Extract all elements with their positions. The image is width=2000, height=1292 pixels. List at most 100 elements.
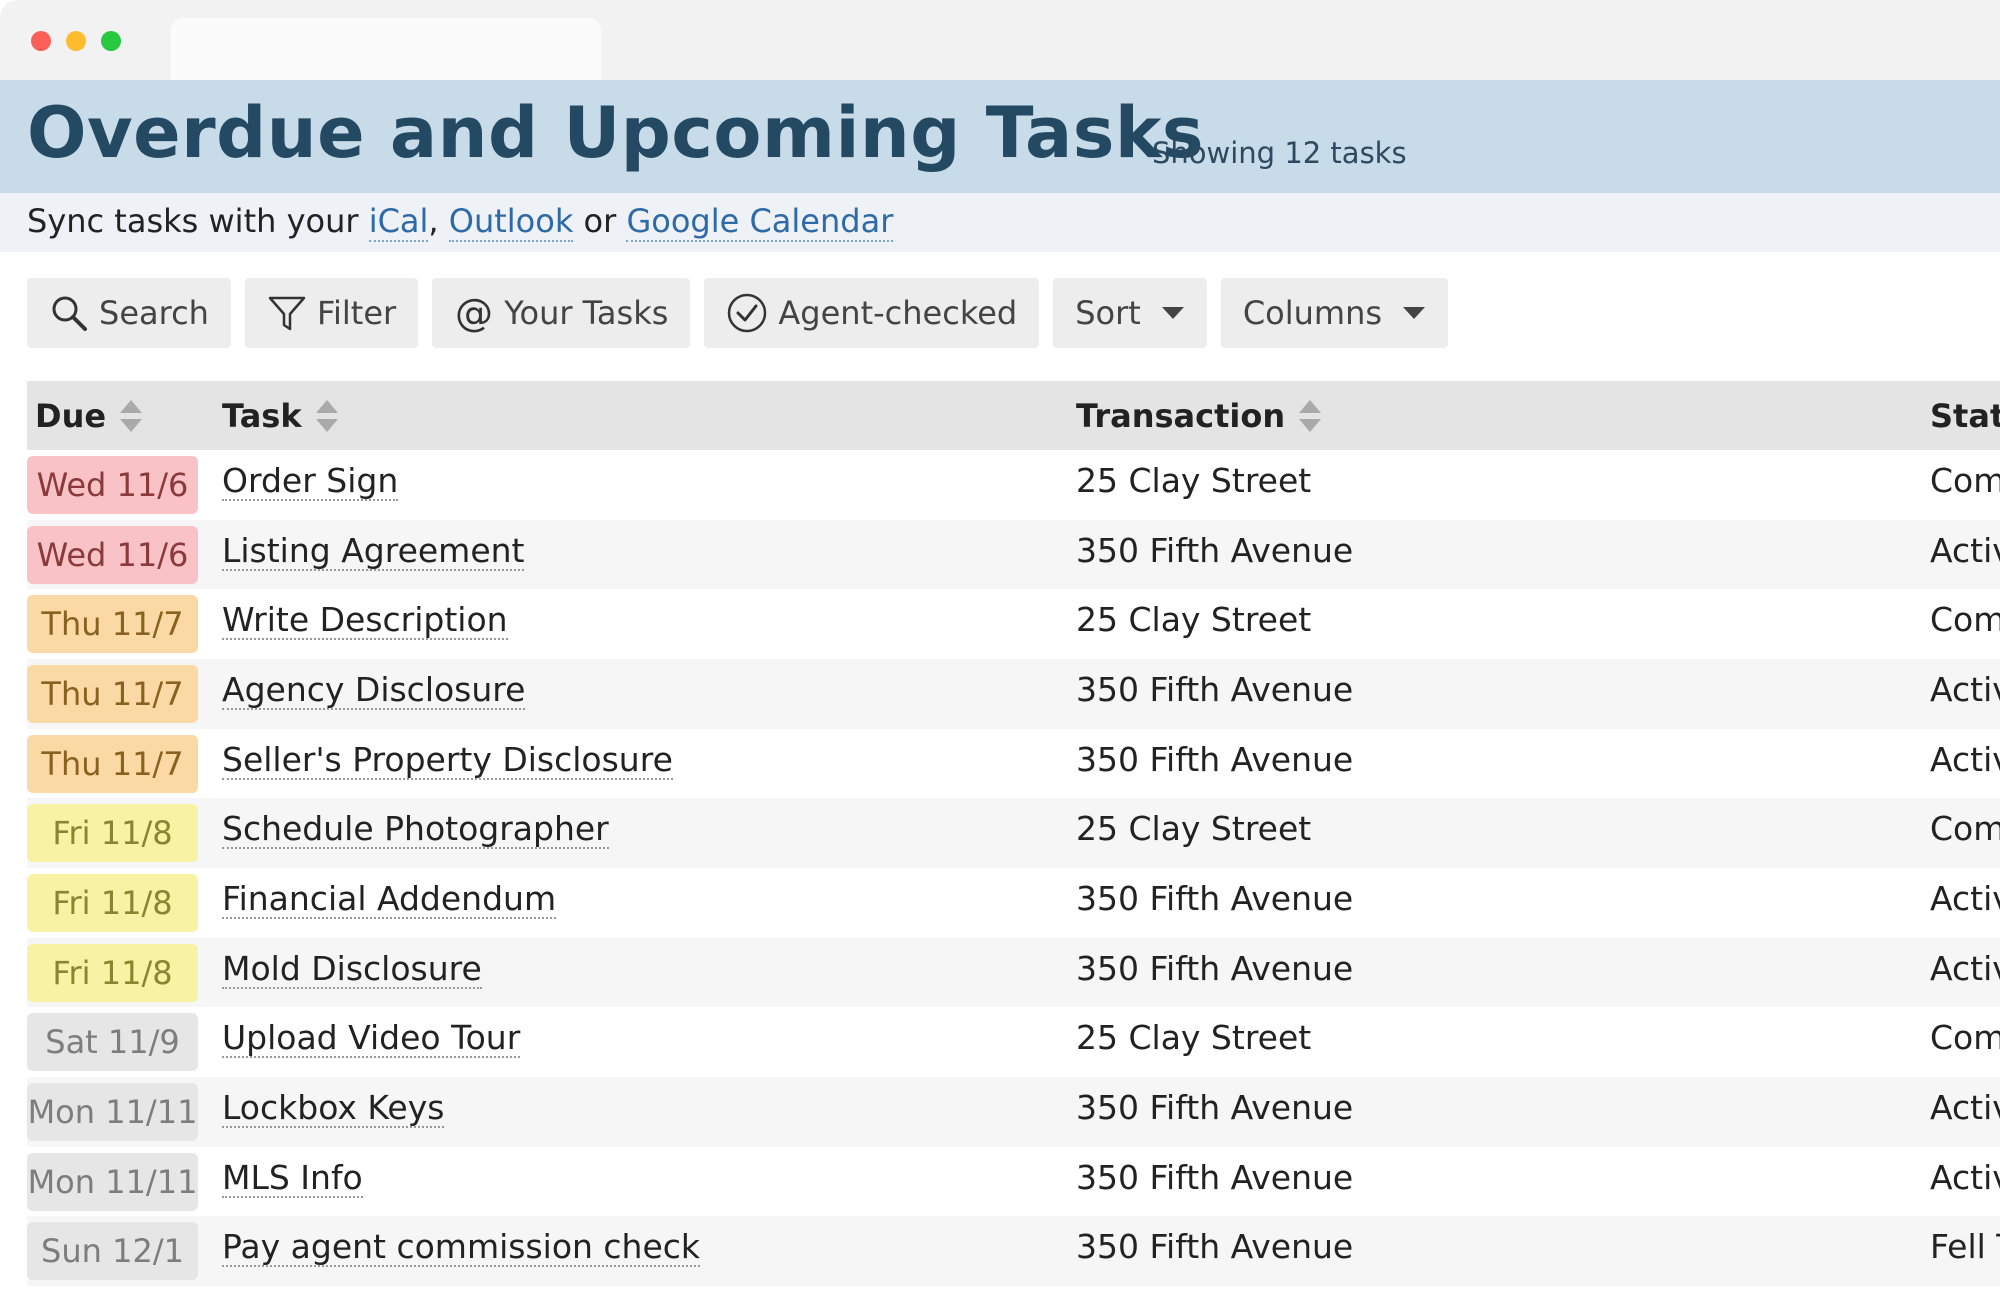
- transaction-cell: 350 Fifth Avenue: [1076, 1157, 1354, 1197]
- sync-text: Sync tasks with your iCal, Outlook or Go…: [27, 202, 894, 242]
- column-header-status[interactable]: Statu: [1930, 381, 2000, 450]
- agent-checked-label: Agent-checked: [778, 294, 1018, 332]
- status-cell: Activ: [1930, 669, 2000, 709]
- task-link[interactable]: Upload Video Tour: [222, 1020, 521, 1059]
- close-window-button[interactable]: [31, 31, 51, 51]
- google-calendar-link[interactable]: Google Calendar: [626, 202, 894, 242]
- status-cell: Com: [1930, 1018, 2000, 1058]
- due-date-badge: Mon 11/11: [27, 1082, 198, 1141]
- due-date-badge: Fri 11/8: [27, 873, 198, 932]
- column-label: Transaction: [1076, 396, 1286, 435]
- column-header-transaction[interactable]: Transaction: [1076, 381, 1323, 450]
- your-tasks-button[interactable]: @ Your Tasks: [432, 278, 691, 348]
- table-row[interactable]: Fri 11/8 Financial Addendum 350 Fifth Aven…: [27, 868, 2000, 938]
- task-link[interactable]: Mold Disclosure: [222, 950, 482, 989]
- table-row[interactable]: Thu 11/7 Agency Disclosure 350 Fifth Avenu…: [27, 658, 2000, 729]
- task-link[interactable]: Lockbox Keys: [222, 1089, 445, 1128]
- due-date-badge: Thu 11/7: [27, 734, 198, 793]
- table-row[interactable]: Mon 11/11 Lockbox Keys 350 Fifth Avenue Act…: [27, 1076, 2000, 1147]
- task-link[interactable]: Write Description: [222, 602, 508, 641]
- transaction-cell: 350 Fifth Avenue: [1076, 1087, 1354, 1127]
- table-row[interactable]: Thu 11/7 Seller's Property Disclosure 350 …: [27, 729, 2000, 799]
- your-tasks-label: Your Tasks: [504, 294, 669, 332]
- column-header-task[interactable]: Task: [222, 381, 340, 450]
- status-cell: Activ: [1930, 530, 2000, 570]
- due-date-badge: Sat 11/9: [27, 1013, 198, 1072]
- sort-arrows-icon: [118, 396, 144, 436]
- ical-link[interactable]: iCal: [368, 202, 429, 242]
- table-row[interactable]: Mon 11/11 MLS Info 350 Fifth Avenue Activ: [27, 1147, 2000, 1217]
- table-row[interactable]: Sun 12/1 Pay agent commission check 350 Fi…: [27, 1216, 2000, 1286]
- due-date-badge: Thu 11/7: [27, 664, 198, 723]
- transaction-cell: 25 Clay Street: [1076, 809, 1312, 849]
- transaction-cell: 25 Clay Street: [1076, 1018, 1312, 1058]
- table-row[interactable]: Fri 11/8 Mold Disclosure 350 Fifth Avenue A…: [27, 937, 2000, 1008]
- chevron-down-icon: [1402, 306, 1426, 320]
- task-link[interactable]: Schedule Photographer: [222, 811, 609, 850]
- column-header-due[interactable]: Due: [35, 381, 144, 450]
- status-cell: Activ: [1930, 1087, 2000, 1127]
- due-date-badge: Wed 11/6: [27, 525, 198, 584]
- sync-prefix: Sync tasks with your: [27, 202, 369, 240]
- sync-separator: ,: [428, 202, 449, 240]
- task-count: Showing 12 tasks: [1152, 136, 1407, 170]
- task-link[interactable]: Agency Disclosure: [222, 671, 526, 710]
- status-cell: Activ: [1930, 948, 2000, 988]
- transaction-cell: 350 Fifth Avenue: [1076, 739, 1354, 779]
- status-cell: Com: [1930, 809, 2000, 849]
- task-link[interactable]: Listing Agreement: [222, 532, 525, 571]
- title-bar: [0, 0, 2000, 80]
- status-cell: Com: [1930, 461, 2000, 500]
- app-window: Overdue and Upcoming Tasks Showing 12 ta…: [0, 0, 2000, 1292]
- search-button[interactable]: Search: [27, 278, 231, 348]
- filter-button[interactable]: Filter: [244, 278, 419, 348]
- toolbar: Search Filter @ Your Tasks Agent-checked…: [27, 278, 1449, 348]
- sort-arrows-icon: [314, 396, 340, 436]
- due-date-badge: Wed 11/6: [27, 456, 198, 514]
- page-title: Overdue and Upcoming Tasks: [27, 92, 1205, 174]
- status-cell: Activ: [1930, 1157, 2000, 1197]
- transaction-cell: 25 Clay Street: [1076, 600, 1312, 640]
- sort-arrows-icon: [1297, 396, 1323, 436]
- sync-separator: or: [573, 202, 627, 240]
- sort-label: Sort: [1075, 294, 1141, 332]
- column-label: Task: [222, 396, 302, 435]
- sort-dropdown[interactable]: Sort: [1053, 278, 1207, 348]
- table-row[interactable]: Fri 11/8 Schedule Photographer 25 Clay Str…: [27, 798, 2000, 868]
- search-icon: [49, 293, 89, 333]
- status-cell: Activ: [1930, 878, 2000, 918]
- task-link[interactable]: Order Sign: [222, 463, 399, 501]
- agent-checked-button[interactable]: Agent-checked: [704, 278, 1040, 348]
- transaction-cell: 350 Fifth Avenue: [1076, 669, 1354, 709]
- table-row[interactable]: Thu 11/7 Write Description 25 Clay Street C…: [27, 589, 2000, 659]
- task-link[interactable]: Pay agent commission check: [222, 1229, 701, 1268]
- transaction-cell: 350 Fifth Avenue: [1076, 948, 1354, 988]
- columns-label: Columns: [1242, 294, 1383, 332]
- maximize-window-button[interactable]: [101, 31, 121, 51]
- task-table-body: Wed 11/6 Order Sign 25 Clay Street Com Wed …: [27, 450, 2000, 1286]
- filter-label: Filter: [316, 294, 397, 332]
- table-header: Due Task Transaction Statu: [27, 381, 2000, 450]
- status-cell: Activ: [1930, 739, 2000, 779]
- due-date-badge: Thu 11/7: [27, 595, 198, 654]
- due-date-badge: Sun 12/1: [27, 1222, 198, 1281]
- due-date-badge: Fri 11/8: [27, 943, 198, 1002]
- task-link[interactable]: Seller's Property Disclosure: [222, 741, 673, 780]
- transaction-cell: 25 Clay Street: [1076, 461, 1312, 500]
- transaction-cell: 350 Fifth Avenue: [1076, 530, 1354, 570]
- minimize-window-button[interactable]: [66, 31, 86, 51]
- columns-dropdown[interactable]: Columns: [1220, 278, 1449, 348]
- due-date-badge: Mon 11/11: [27, 1152, 198, 1211]
- table-row[interactable]: Sat 11/9 Upload Video Tour 25 Clay Street C…: [27, 1007, 2000, 1077]
- transaction-cell: 350 Fifth Avenue: [1076, 1227, 1354, 1267]
- due-date-badge: Fri 11/8: [27, 804, 198, 863]
- table-row[interactable]: Wed 11/6 Order Sign 25 Clay Street Com: [27, 450, 2000, 520]
- browser-tab[interactable]: [171, 18, 601, 80]
- filter-icon: [267, 293, 307, 333]
- task-link[interactable]: Financial Addendum: [222, 880, 557, 919]
- column-label: Due: [35, 396, 107, 435]
- table-row[interactable]: Wed 11/6 Listing Agreement 350 Fifth Avenu…: [27, 519, 2000, 590]
- search-label: Search: [99, 294, 209, 332]
- task-link[interactable]: MLS Info: [222, 1159, 363, 1198]
- outlook-link[interactable]: Outlook: [448, 202, 574, 242]
